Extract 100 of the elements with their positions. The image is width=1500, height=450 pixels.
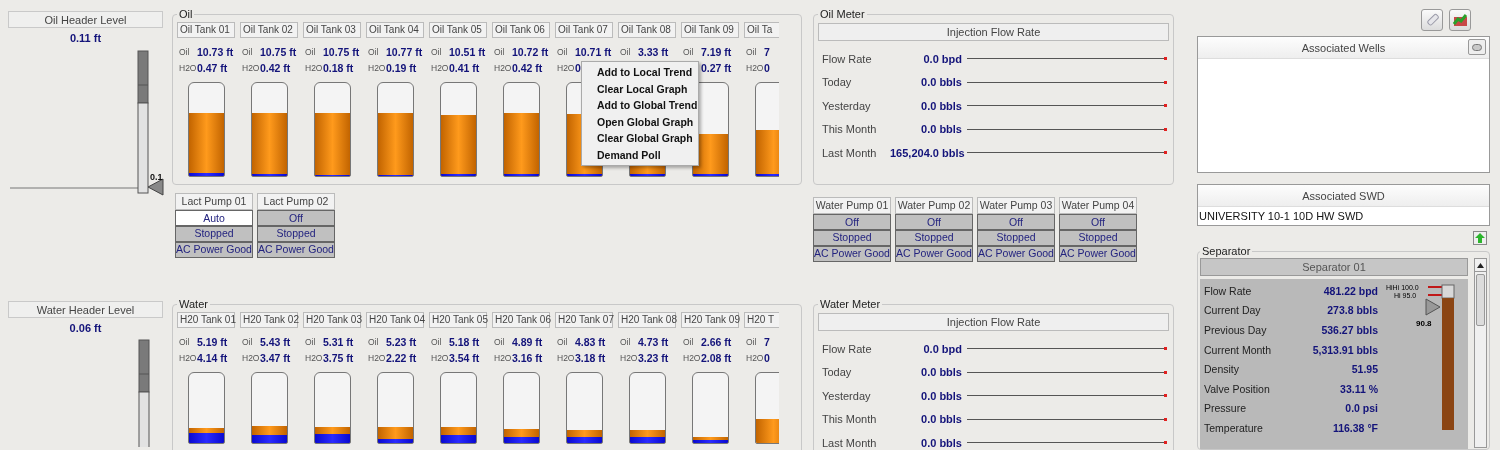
- tank-drawing: [628, 372, 666, 444]
- reading-value: 4.73 ft: [638, 336, 669, 348]
- eraser-icon: [1425, 13, 1439, 27]
- separator-label: Pressure: [1203, 402, 1247, 415]
- marker-value: 0.1: [150, 172, 163, 182]
- reading-label: H2O: [241, 63, 260, 73]
- reading-value: 7: [764, 46, 770, 58]
- meter-label: Flow Rate: [821, 52, 873, 65]
- pump-status: Stopped: [813, 230, 891, 246]
- tank-drawing: [187, 372, 225, 444]
- reading-label: Oil: [619, 47, 632, 57]
- tank-label: Oil Tank 01: [177, 22, 235, 38]
- reading-value: 5.23 ft: [386, 336, 417, 348]
- reading-label: H2O: [178, 63, 197, 73]
- tank-drawing: [376, 372, 414, 444]
- reading-label: Oil: [178, 337, 191, 347]
- separator-label: Current Day: [1203, 304, 1262, 317]
- reading-label: H2O: [367, 63, 386, 73]
- meter-label: Last Month: [821, 436, 878, 449]
- reading-label: Oil: [682, 47, 695, 57]
- header-level-value: 0.11 ft: [68, 32, 103, 44]
- limit-line: [1427, 286, 1443, 288]
- meter-value: 0.0 bbls: [920, 389, 962, 402]
- tank-drawing: [565, 372, 603, 444]
- reading-label: Oil: [682, 337, 695, 347]
- pump-mode-button[interactable]: Off: [1059, 214, 1137, 230]
- tank-label: Oil Tank 04: [366, 22, 424, 38]
- pump-title: Lact Pump 01: [175, 193, 253, 210]
- reading-value: 0: [764, 62, 770, 74]
- reading-value: 0.27 ft: [701, 62, 732, 74]
- tank-drawing: [313, 372, 351, 444]
- tank-label: H20 T: [744, 312, 779, 328]
- reading-value: 5.43 ft: [260, 336, 291, 348]
- reading-label: H2O: [745, 63, 764, 73]
- pump-mode-button[interactable]: Off: [813, 214, 891, 230]
- reading-value: 7: [764, 336, 770, 348]
- power-status: AC Power Good: [257, 242, 335, 258]
- reading-value: 10.75 ft: [260, 46, 297, 58]
- pump-title: Water Pump 01: [813, 197, 891, 214]
- tank-drawing: [502, 372, 540, 444]
- pump-title: Lact Pump 02: [257, 193, 335, 210]
- separator-value: 0.0 psi: [1344, 402, 1378, 415]
- reading-value: 10.51 ft: [449, 46, 486, 58]
- reading-value: 0.42 ft: [512, 62, 543, 74]
- reading-value: 3.16 ft: [512, 352, 543, 364]
- pump-mode-button[interactable]: Off: [977, 214, 1055, 230]
- pump-mode-button[interactable]: Off: [895, 214, 973, 230]
- pump-mode-button[interactable]: Auto: [175, 210, 253, 226]
- reading-label: H2O: [241, 353, 260, 363]
- menu-item[interactable]: Clear Global Graph: [582, 130, 698, 147]
- chart-button[interactable]: [1449, 9, 1471, 31]
- reading-label: H2O: [367, 353, 386, 363]
- reading-label: Oil: [745, 337, 758, 347]
- reading-label: Oil: [178, 47, 191, 57]
- power-status: AC Power Good: [895, 246, 973, 262]
- group-title: Oil: [178, 8, 194, 20]
- reading-label: Oil: [745, 47, 758, 57]
- pump-title: Water Pump 02: [895, 197, 973, 214]
- reading-label: H2O: [493, 353, 512, 363]
- separator-label: Valve Position: [1203, 382, 1271, 395]
- scrollbar[interactable]: [1474, 258, 1487, 448]
- scroll-thumb[interactable]: [1476, 274, 1485, 326]
- meter-title: Water Meter: [819, 298, 882, 310]
- meter-title: Oil Meter: [819, 8, 866, 20]
- pump-mode-button[interactable]: Off: [257, 210, 335, 226]
- menu-item[interactable]: Clear Local Graph: [582, 80, 698, 97]
- meter-label: Last Month: [821, 146, 878, 159]
- menu-item[interactable]: Add to Local Trend: [582, 64, 698, 81]
- meter-value: 0.0 bbls: [920, 413, 962, 426]
- reading-label: H2O: [556, 63, 575, 73]
- reading-label: Oil: [430, 47, 443, 57]
- meter-label: Yesterday: [821, 99, 872, 112]
- meter-value: 0.0 bpd: [922, 52, 962, 65]
- separator-label: Density: [1203, 363, 1240, 376]
- reading-label: H2O: [430, 63, 449, 73]
- reading-label: H2O: [682, 353, 701, 363]
- tank-label: H20 Tank 09: [681, 312, 739, 328]
- meter-label: This Month: [821, 123, 878, 136]
- meter-value: 0.0 bpd: [922, 342, 962, 355]
- reading-label: Oil: [556, 47, 569, 57]
- up-button[interactable]: [1473, 231, 1487, 245]
- reading-label: H2O: [493, 63, 512, 73]
- menu-item[interactable]: Add to Global Trend: [582, 97, 698, 114]
- reading-value: 0.19 ft: [386, 62, 417, 74]
- pump-status: Stopped: [977, 230, 1055, 246]
- pump-status: Stopped: [257, 226, 335, 242]
- eraser-button[interactable]: [1421, 9, 1443, 31]
- reading-label: Oil: [556, 337, 569, 347]
- menu-item[interactable]: Demand Poll: [582, 146, 698, 163]
- toggle-button[interactable]: [1468, 39, 1486, 55]
- pump-title: Water Pump 04: [1059, 197, 1137, 214]
- menu-item[interactable]: Open Global Graph: [582, 113, 698, 130]
- pump-status: Stopped: [895, 230, 973, 246]
- tank-label: H20 Tank 04: [366, 312, 424, 328]
- reading-value: 0.18 ft: [323, 62, 354, 74]
- separator-value: 33.11 %: [1339, 382, 1378, 395]
- swd-row[interactable]: UNIVERSITY 10-1 10D HW SWD: [1198, 207, 1489, 225]
- up-arrow-icon: [1475, 233, 1485, 243]
- reading-value: 10.75 ft: [323, 46, 360, 58]
- separator-title: Separator: [1201, 245, 1252, 257]
